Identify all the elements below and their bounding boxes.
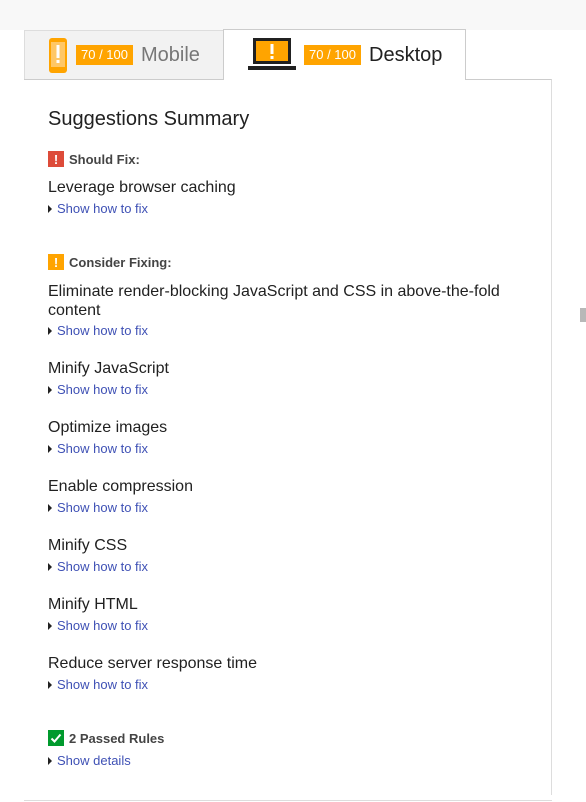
link-label: Show how to fix: [57, 323, 149, 338]
expand-triangle-icon: [48, 562, 52, 571]
passed-rules-label: 2 Passed Rules: [69, 730, 165, 746]
expand-triangle-icon: [48, 385, 52, 394]
panel-bottom-border: [24, 800, 552, 801]
phone-warning-icon: [49, 37, 67, 73]
tab-mobile-label: Mobile: [141, 43, 200, 66]
show-details-link[interactable]: Show details: [48, 753, 131, 768]
consider-fixing-header: ! Consider Fixing:: [48, 254, 172, 270]
link-label: Show how to fix: [57, 201, 149, 216]
expand-triangle-icon: [48, 621, 52, 630]
green-check-icon: [48, 730, 64, 746]
link-label: Show how to fix: [57, 618, 149, 633]
link-label: Show how to fix: [57, 382, 149, 397]
rule-title-eliminate-render-blocking: Eliminate render-blocking JavaScript and…: [48, 283, 500, 319]
device-tabs: 70 / 100 Mobile 70 / 100 Desktop: [0, 29, 586, 80]
rule-title-optimize-images: Optimize images: [48, 419, 168, 436]
link-label: Show details: [57, 753, 131, 768]
expand-triangle-icon: [48, 326, 52, 335]
mobile-score-badge: 70 / 100: [76, 45, 133, 65]
should-fix-label: Should Fix:: [69, 151, 140, 167]
show-how-to-fix-link[interactable]: Show how to fix: [48, 441, 148, 456]
expand-triangle-icon: [48, 444, 52, 453]
show-how-to-fix-link[interactable]: Show how to fix: [48, 618, 148, 633]
should-fix-header: ! Should Fix:: [48, 151, 140, 167]
consider-fixing-label: Consider Fixing:: [69, 254, 172, 270]
link-label: Show how to fix: [57, 559, 149, 574]
link-label: Show how to fix: [57, 441, 149, 456]
rule-title-minify-javascript: Minify JavaScript: [48, 360, 169, 377]
show-how-to-fix-link[interactable]: Show how to fix: [48, 559, 148, 574]
tab-desktop-label: Desktop: [369, 43, 443, 66]
show-how-to-fix-link[interactable]: Show how to fix: [48, 201, 148, 216]
rule-title-reduce-server-response-time: Reduce server response time: [48, 655, 257, 672]
rule-title-minify-css: Minify CSS: [48, 537, 128, 554]
show-how-to-fix-link[interactable]: Show how to fix: [48, 500, 148, 515]
rule-title-enable-compression: Enable compression: [48, 478, 193, 495]
tab-desktop[interactable]: 70 / 100 Desktop: [223, 29, 466, 80]
show-how-to-fix-link[interactable]: Show how to fix: [48, 323, 148, 338]
show-how-to-fix-link[interactable]: Show how to fix: [48, 382, 148, 397]
scroll-edge-mark: [580, 308, 586, 322]
show-how-to-fix-link[interactable]: Show how to fix: [48, 677, 148, 692]
rule-title-leverage-browser-caching: Leverage browser caching: [48, 179, 236, 196]
orange-alert-icon: !: [48, 254, 64, 270]
desktop-score-badge: 70 / 100: [304, 45, 361, 65]
red-alert-icon: !: [48, 151, 64, 167]
passed-rules-header: 2 Passed Rules: [48, 730, 164, 746]
tab-mobile[interactable]: 70 / 100 Mobile: [24, 30, 224, 79]
rule-title-minify-html: Minify HTML: [48, 596, 138, 613]
suggestions-summary-title: Suggestions Summary: [48, 108, 250, 130]
laptop-warning-icon: [248, 38, 296, 70]
expand-triangle-icon: [48, 204, 52, 213]
expand-triangle-icon: [48, 680, 52, 689]
link-label: Show how to fix: [57, 677, 149, 692]
expand-triangle-icon: [48, 503, 52, 512]
page-top-strip: [0, 0, 586, 30]
link-label: Show how to fix: [57, 500, 149, 515]
expand-triangle-icon: [48, 756, 52, 765]
